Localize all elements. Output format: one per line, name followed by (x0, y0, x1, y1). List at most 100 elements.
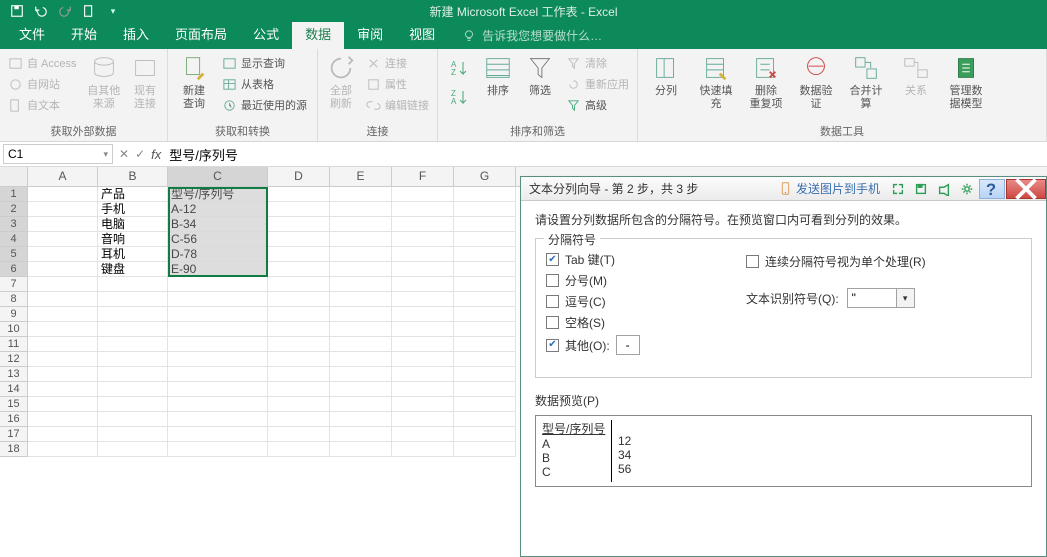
text-to-columns-button[interactable]: 分列 (643, 51, 689, 100)
space-checkbox[interactable] (546, 316, 559, 329)
row-header-7[interactable]: 7 (0, 277, 28, 292)
cell-E6[interactable] (330, 262, 392, 277)
cell-D2[interactable] (268, 202, 330, 217)
cell-A17[interactable] (28, 427, 98, 442)
name-box[interactable]: C1 ▾ (3, 144, 113, 164)
cell-F10[interactable] (392, 322, 454, 337)
cell-A13[interactable] (28, 367, 98, 382)
cell-B13[interactable] (98, 367, 168, 382)
cell-B5[interactable]: 耳机 (98, 247, 168, 262)
dialog-titlebar[interactable]: 文本分列向导 - 第 2 步，共 3 步 发送图片到手机 ? (521, 177, 1046, 201)
col-header-D[interactable]: D (268, 167, 330, 186)
cell-F1[interactable] (392, 187, 454, 202)
space-checkbox-row[interactable]: 空格(S) (546, 314, 1021, 331)
cell-E1[interactable] (330, 187, 392, 202)
from-text-button[interactable]: 自文本 (5, 95, 80, 115)
cell-E16[interactable] (330, 412, 392, 427)
cell-G2[interactable] (454, 202, 516, 217)
cell-A14[interactable] (28, 382, 98, 397)
tool-fullscreen[interactable] (887, 179, 909, 199)
cell-C2[interactable]: A-12 (168, 202, 268, 217)
from-web-button[interactable]: 自网站 (5, 74, 80, 94)
cell-F6[interactable] (392, 262, 454, 277)
cell-C12[interactable] (168, 352, 268, 367)
cell-C11[interactable] (168, 337, 268, 352)
semicolon-checkbox[interactable] (546, 274, 559, 287)
remove-dups-button[interactable]: 删除 重复项 (743, 51, 789, 113)
cell-A10[interactable] (28, 322, 98, 337)
row-header-15[interactable]: 15 (0, 397, 28, 412)
cell-F18[interactable] (392, 442, 454, 457)
dialog-close-button[interactable] (1006, 179, 1046, 199)
cell-D9[interactable] (268, 307, 330, 322)
cell-A1[interactable] (28, 187, 98, 202)
tool-save[interactable] (910, 179, 932, 199)
tab-checkbox[interactable] (546, 253, 559, 266)
fx-icon[interactable]: fx (151, 147, 161, 162)
row-header-11[interactable]: 11 (0, 337, 28, 352)
consolidate-button[interactable]: 合并计算 (843, 51, 889, 113)
cell-G14[interactable] (454, 382, 516, 397)
cell-A9[interactable] (28, 307, 98, 322)
cell-A7[interactable] (28, 277, 98, 292)
filter-button[interactable]: 筛选 (521, 51, 559, 100)
cell-F2[interactable] (392, 202, 454, 217)
col-header-E[interactable]: E (330, 167, 392, 186)
cell-B3[interactable]: 电脑 (98, 217, 168, 232)
cell-B16[interactable] (98, 412, 168, 427)
cell-A15[interactable] (28, 397, 98, 412)
enter-formula-button[interactable]: ✓ (135, 147, 145, 161)
cell-A2[interactable] (28, 202, 98, 217)
tab-data[interactable]: 数据 (292, 18, 344, 49)
cell-D18[interactable] (268, 442, 330, 457)
cell-F13[interactable] (392, 367, 454, 382)
cell-F14[interactable] (392, 382, 454, 397)
tab-layout[interactable]: 页面布局 (162, 18, 240, 49)
comma-checkbox[interactable] (546, 295, 559, 308)
cell-D15[interactable] (268, 397, 330, 412)
text-qualifier-input[interactable] (847, 288, 897, 308)
data-validation-button[interactable]: 数据验 证 (793, 51, 839, 113)
row-header-17[interactable]: 17 (0, 427, 28, 442)
cell-C18[interactable] (168, 442, 268, 457)
cell-G13[interactable] (454, 367, 516, 382)
cell-F9[interactable] (392, 307, 454, 322)
cell-B12[interactable] (98, 352, 168, 367)
redo-button[interactable] (54, 1, 76, 21)
cell-B14[interactable] (98, 382, 168, 397)
cell-A18[interactable] (28, 442, 98, 457)
consecutive-checkbox[interactable] (746, 255, 759, 268)
cell-B11[interactable] (98, 337, 168, 352)
cell-F12[interactable] (392, 352, 454, 367)
cell-D16[interactable] (268, 412, 330, 427)
cell-G5[interactable] (454, 247, 516, 262)
cell-B15[interactable] (98, 397, 168, 412)
cell-C4[interactable]: C-56 (168, 232, 268, 247)
advanced-filter-button[interactable]: 高级 (563, 95, 632, 115)
cell-C9[interactable] (168, 307, 268, 322)
properties-button[interactable]: 属性 (363, 74, 432, 94)
cell-F16[interactable] (392, 412, 454, 427)
col-header-C[interactable]: C (168, 167, 268, 186)
cell-D6[interactable] (268, 262, 330, 277)
cell-D1[interactable] (268, 187, 330, 202)
cell-D12[interactable] (268, 352, 330, 367)
cell-E15[interactable] (330, 397, 392, 412)
sort-asc-button[interactable]: AZ (445, 55, 473, 83)
edit-links-button[interactable]: 编辑链接 (363, 95, 432, 115)
cell-G7[interactable] (454, 277, 516, 292)
cell-F4[interactable] (392, 232, 454, 247)
row-header-4[interactable]: 4 (0, 232, 28, 247)
cell-F8[interactable] (392, 292, 454, 307)
existing-conn-button[interactable]: 现有连接 (128, 51, 162, 113)
relationships-button[interactable]: 关系 (893, 51, 939, 100)
cell-C3[interactable]: B-34 (168, 217, 268, 232)
cell-D17[interactable] (268, 427, 330, 442)
cell-F5[interactable] (392, 247, 454, 262)
cell-G6[interactable] (454, 262, 516, 277)
reapply-button[interactable]: 重新应用 (563, 74, 632, 94)
row-header-2[interactable]: 2 (0, 202, 28, 217)
cell-D7[interactable] (268, 277, 330, 292)
cell-E12[interactable] (330, 352, 392, 367)
tab-review[interactable]: 审阅 (344, 18, 396, 49)
